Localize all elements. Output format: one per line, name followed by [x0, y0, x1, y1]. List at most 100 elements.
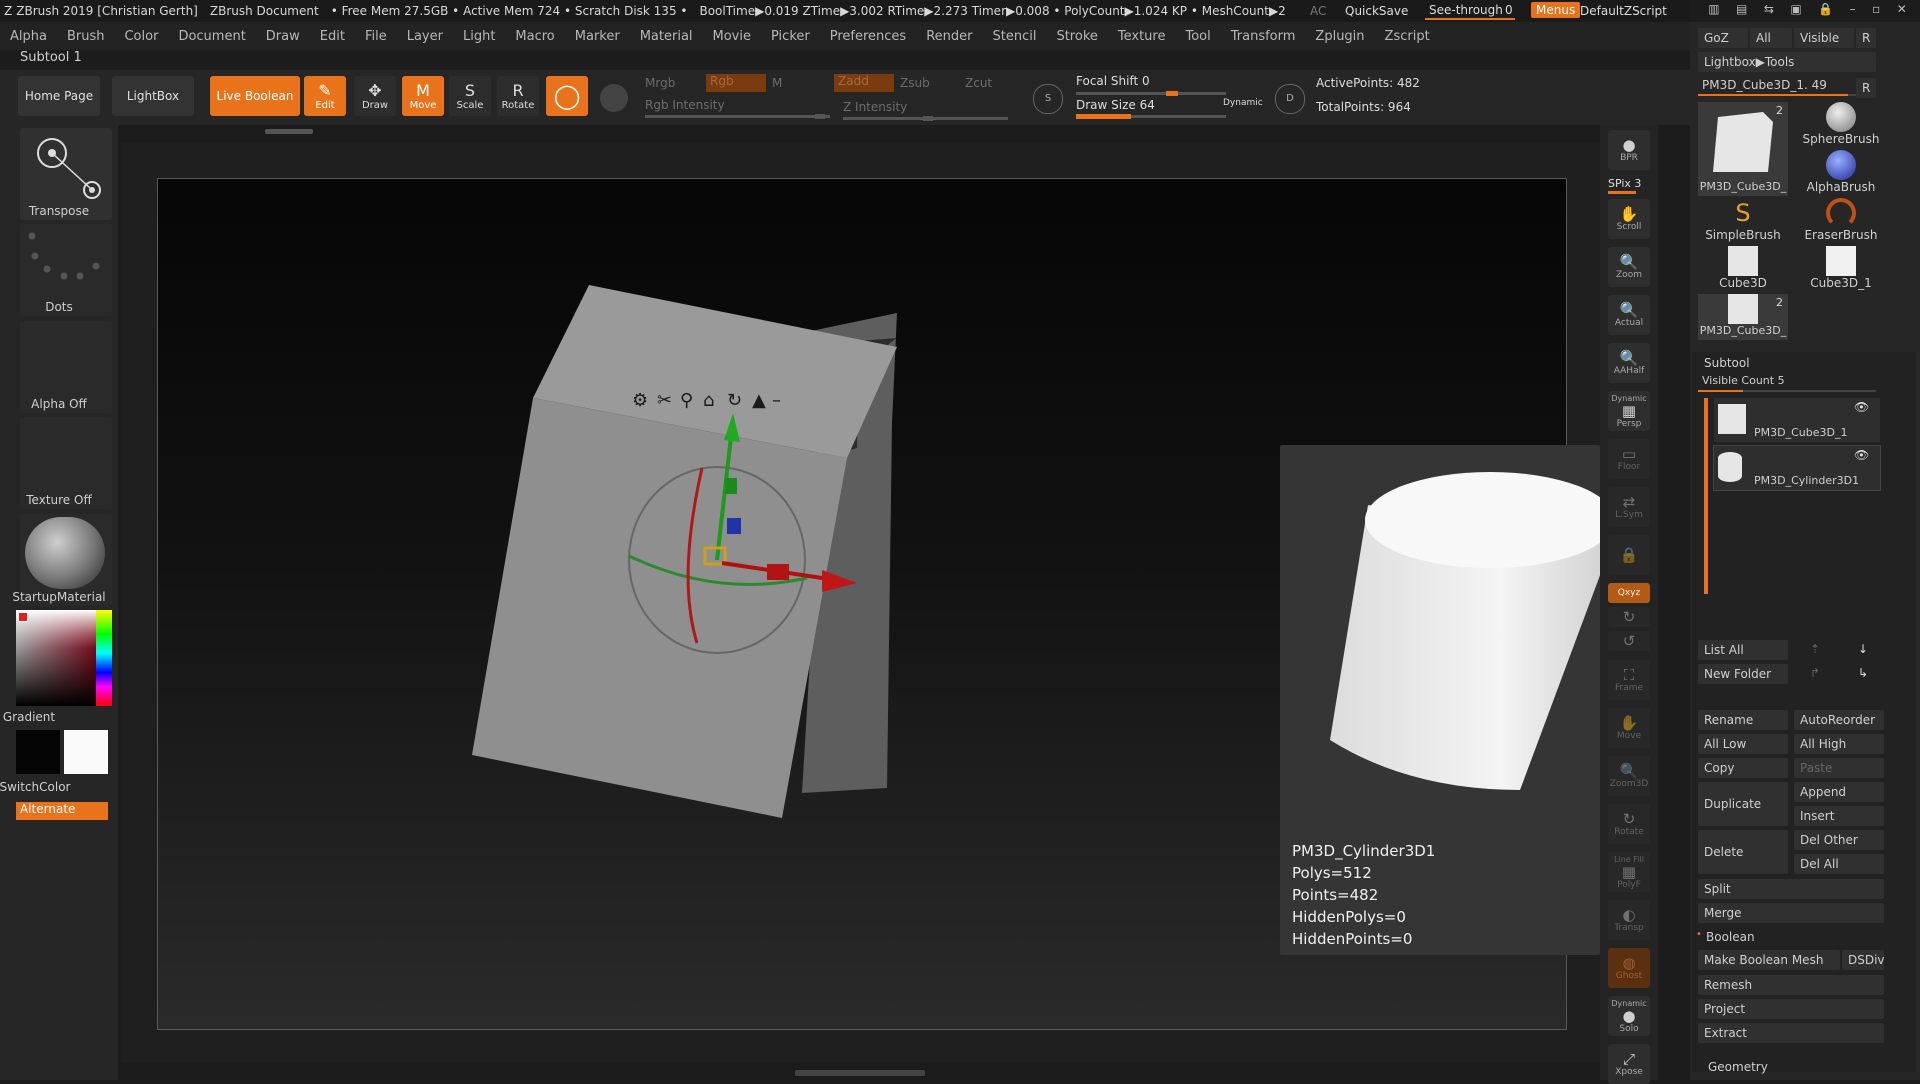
menu-item-material[interactable]: Material — [630, 29, 703, 44]
switchcolor-button[interactable]: SwitchColor — [0, 780, 94, 794]
del-other-button[interactable]: Del Other — [1794, 830, 1884, 850]
lock-icon[interactable]: 🔒 — [1818, 2, 1833, 20]
gizmo-toggle-button[interactable]: ◯ — [546, 76, 588, 116]
delete-button[interactable]: Delete — [1698, 830, 1788, 874]
menu-item-marker[interactable]: Marker — [565, 29, 630, 44]
gizmo-more-icon[interactable]: – — [772, 390, 781, 411]
subtool-header[interactable]: Subtool — [1704, 356, 1750, 370]
menus-button[interactable]: Menus — [1531, 2, 1581, 18]
copy-button[interactable]: Copy — [1698, 758, 1788, 778]
rotate-z-button[interactable]: ↺ — [1608, 631, 1650, 651]
secondary-color-swatch[interactable] — [16, 730, 60, 774]
menu-item-preferences[interactable]: Preferences — [820, 29, 916, 44]
gizmo-settings-icon[interactable]: ⚙ — [632, 390, 648, 411]
visibility-eye-icon[interactable]: 👁 — [1854, 400, 1869, 414]
zadd-button[interactable]: Zadd — [834, 74, 894, 92]
mrgb-button[interactable]: Mrgb — [645, 76, 675, 90]
move-view-button[interactable]: ✋ Move — [1608, 708, 1650, 748]
project-button[interactable]: Project — [1698, 999, 1884, 1019]
menu-item-file[interactable]: File — [355, 29, 397, 44]
arrow-down-icon[interactable]: ↳ — [1858, 666, 1868, 680]
alternate-button[interactable]: Alternate — [16, 802, 108, 820]
gizmo-x-scale-handle[interactable] — [767, 564, 789, 580]
menu-item-texture[interactable]: Texture — [1108, 29, 1176, 44]
home-page-button[interactable]: Home Page — [18, 76, 100, 116]
zoom-button[interactable]: 🔍 Zoom — [1608, 247, 1650, 287]
menu-item-color[interactable]: Color — [114, 29, 168, 44]
lock-view-button[interactable]: 🔒 — [1608, 535, 1650, 575]
z-intensity-slider[interactable] — [843, 116, 1008, 121]
gizmo-pin-icon[interactable]: ✂ — [657, 390, 672, 411]
extract-button[interactable]: Extract — [1698, 1023, 1884, 1043]
tool-thumb-spherebrush[interactable]: SphereBrush — [1796, 102, 1886, 148]
tool-thumb-simplebrush[interactable]: S SimpleBrush — [1698, 198, 1788, 244]
scale-mode-button[interactable]: S Scale — [449, 76, 491, 116]
subtool-scrollbar[interactable] — [1704, 398, 1708, 594]
tool-thumb-pm3d-cube-2[interactable]: 2 PM3D_Cube3D_ — [1698, 294, 1788, 340]
aahalf-button[interactable]: 🔍 AAHalf — [1608, 343, 1650, 383]
make-boolean-mesh-button[interactable]: Make Boolean Mesh — [1698, 950, 1840, 970]
solo-button[interactable]: Dynamic ● Solo — [1608, 996, 1650, 1036]
menu-item-tool[interactable]: Tool — [1175, 29, 1220, 44]
menu-item-zplugin[interactable]: Zplugin — [1305, 29, 1374, 44]
tool-thumb-alphabrush[interactable]: AlphaBrush — [1796, 150, 1886, 196]
zcut-button[interactable]: Zcut — [965, 76, 992, 90]
menu-item-zscript[interactable]: Zscript — [1375, 29, 1440, 44]
edit-mode-button[interactable]: ✎ Edit — [304, 76, 346, 116]
gizmo-reset-icon[interactable]: ↻ — [727, 390, 742, 411]
rotate-y-button[interactable]: ↻ — [1608, 607, 1650, 627]
close-icon[interactable]: ✕ — [1897, 2, 1907, 20]
gizmo-home-icon[interactable]: ⌂ — [703, 390, 714, 411]
focal-shift-icon[interactable]: S — [1033, 84, 1063, 114]
menu-item-stroke[interactable]: Stroke — [1046, 29, 1107, 44]
rgb-intensity-slider[interactable] — [645, 114, 830, 119]
new-folder-button[interactable]: New Folder — [1698, 664, 1788, 684]
menu-item-picker[interactable]: Picker — [761, 29, 820, 44]
draw-size-icon[interactable]: D — [1275, 84, 1305, 114]
default-zscript-button[interactable]: DefaultZScript — [1580, 4, 1667, 18]
subtool-item-cube[interactable]: 👁 PM3D_Cube3D_1 — [1714, 398, 1880, 442]
goz-all-button[interactable]: All — [1750, 28, 1792, 48]
texture-button[interactable]: Texture Off — [20, 417, 112, 509]
bpr-render-button[interactable]: ● BPR — [1608, 130, 1650, 170]
remesh-button[interactable]: Remesh — [1698, 975, 1884, 995]
tool-thumb-eraserbrush[interactable]: EraserBrush — [1796, 198, 1886, 244]
list-all-button[interactable]: List All — [1698, 640, 1788, 660]
primary-color-swatch[interactable] — [64, 730, 108, 774]
zsub-button[interactable]: Zsub — [900, 76, 930, 90]
lightbox-tools-button[interactable]: Lightbox▶Tools — [1698, 52, 1876, 72]
move-mode-button[interactable]: M Move — [402, 76, 444, 116]
move-up-icon[interactable]: ⇡ — [1810, 642, 1820, 656]
gizmo-location-icon[interactable]: ⚲ — [680, 390, 693, 411]
spix-slider[interactable]: SPix 3 — [1608, 177, 1641, 190]
maximize-icon[interactable]: ▫ — [1872, 2, 1880, 20]
xpose-button[interactable]: ⤢ Xpose — [1608, 1044, 1650, 1084]
columns-icon[interactable]: ▤ — [1736, 2, 1747, 20]
menu-item-stencil[interactable]: Stencil — [982, 29, 1046, 44]
dock-icon[interactable]: ▣ — [1790, 2, 1801, 20]
color-picker[interactable] — [16, 610, 112, 706]
m-button[interactable]: M — [772, 76, 782, 90]
move-down-icon[interactable]: ↓ — [1858, 642, 1868, 656]
autoreorder-button[interactable]: AutoReorder — [1794, 710, 1884, 730]
gizmo-lock-icon[interactable]: ▲ — [752, 390, 766, 411]
layout-icon[interactable]: ▥ — [1708, 2, 1719, 20]
minimize-icon[interactable]: – — [1850, 2, 1856, 20]
local-symmetry-button[interactable]: ⇄ L.Sym — [1608, 487, 1650, 527]
append-button[interactable]: Append — [1794, 782, 1884, 802]
subtool-item-cylinder[interactable]: 👁 PM3D_Cylinder3D1 — [1713, 445, 1881, 491]
quicksave-button[interactable]: QuickSave — [1345, 4, 1408, 18]
live-boolean-button[interactable]: Live Boolean — [210, 76, 300, 116]
arrow-up-icon[interactable]: ↱ — [1810, 666, 1820, 680]
ghost-button[interactable]: ◍ Ghost — [1608, 948, 1650, 988]
visibility-eye-icon[interactable]: 👁 — [1854, 448, 1869, 462]
menu-item-render[interactable]: Render — [916, 29, 982, 44]
floor-button[interactable]: ▭ Floor — [1608, 439, 1650, 479]
visible-count-slider[interactable]: Visible Count 5 — [1702, 374, 1785, 387]
swap-icon[interactable]: ⇆ — [1764, 2, 1774, 20]
material-sphere-icon[interactable] — [600, 84, 628, 112]
toolbar-scroll-handle[interactable] — [265, 129, 313, 134]
gizmo-y-scale-handle[interactable] — [725, 478, 737, 494]
draw-mode-button[interactable]: ✥ Draw — [354, 76, 396, 116]
all-low-button[interactable]: All Low — [1698, 734, 1788, 754]
